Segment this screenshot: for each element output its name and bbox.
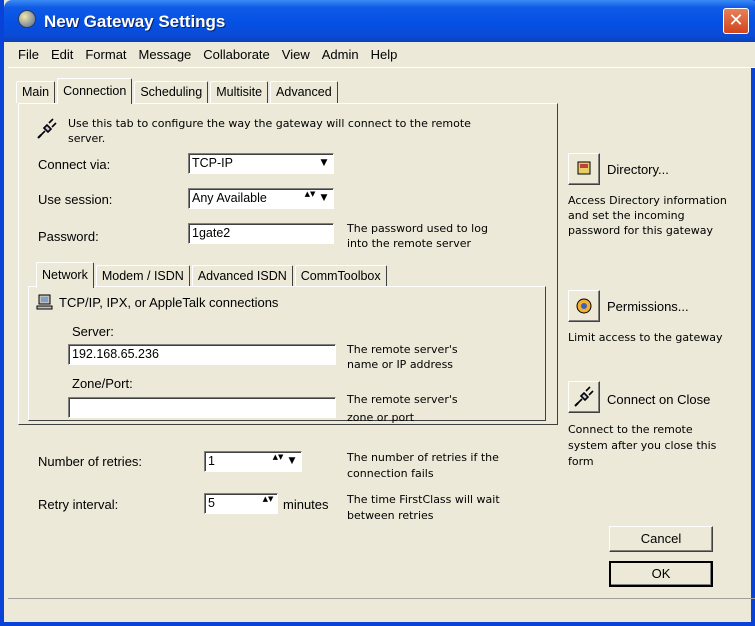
menu-admin[interactable]: Admin [316,47,365,62]
menu-edit[interactable]: Edit [45,47,79,62]
menu-help[interactable]: Help [365,47,404,62]
tab-modem-isdn[interactable]: Modem / ISDN [95,265,190,287]
password-input[interactable]: 1gate2 [188,223,334,244]
server-value: 192.168.65.236 [72,347,159,361]
zone-port-label: Zone/Port: [72,376,133,391]
connect-via-value: TCP-IP [192,156,233,170]
connect-on-close-button[interactable] [568,381,600,413]
permissions-help: Limit access to the gateway [568,331,723,344]
password-help-line2: into the remote server [347,237,472,250]
server-label: Server: [72,324,114,339]
tab-advanced[interactable]: Advanced [270,81,338,103]
zone-port-input[interactable] [68,397,336,418]
connect-via-select[interactable]: TCP-IP ▼ [188,153,334,174]
chevron-down-icon: ▼ [320,193,328,203]
password-label: Password: [38,229,99,244]
connect-help-line2: system after you close this [568,439,717,452]
interval-value: 5 [208,496,215,510]
network-heading: TCP/IP, IPX, or AppleTalk connections [59,295,279,310]
status-bar [8,598,755,622]
connect-help-line1: Connect to the remote [568,423,693,436]
interval-label: Retry interval: [38,497,119,512]
use-session-label: Use session: [38,192,113,207]
retries-value: 1 [208,454,215,468]
directory-help-line1: Access Directory information [568,194,727,207]
tab-multisite[interactable]: Multisite [210,81,269,103]
directory-help-line2: and set the incoming [568,209,685,222]
network-tab-strip: Network Modem / ISDN Advanced ISDN CommT… [36,262,389,288]
permissions-icon [576,298,592,314]
intro-text-line1: Use this tab to configure the way the ga… [68,117,471,130]
retries-help-line2: connection fails [347,467,434,480]
directory-icon [577,161,591,175]
interval-help-line1: The time FirstClass will wait [347,493,500,506]
server-help-line2: name or IP address [347,358,454,371]
plug-icon [574,386,594,407]
menu-message[interactable]: Message [133,47,198,62]
retries-stepper[interactable]: 1 ▼ ▲▼ [204,451,302,472]
connect-help-line3: form [568,455,594,468]
spin-arrows-icon[interactable]: ▲▼ [271,454,285,469]
tab-network[interactable]: Network [36,262,94,288]
tab-scheduling[interactable]: Scheduling [134,81,209,103]
zone-help-line1: The remote server's [347,393,458,406]
interval-help-line2: between retries [347,509,434,522]
app-icon [18,10,36,28]
permissions-button[interactable] [568,290,600,322]
main-tab-strip: Main Connection Scheduling Multisite Adv… [16,78,340,104]
password-value: 1gate2 [192,226,231,240]
menu-file[interactable]: File [12,47,45,62]
menu-format[interactable]: Format [79,47,132,62]
retries-label: Number of retries: [38,454,143,469]
tab-main[interactable]: Main [16,81,56,103]
chevron-down-icon: ▼ [320,158,328,168]
directory-label[interactable]: Directory... [607,162,669,177]
directory-button[interactable] [568,153,600,185]
title-bar[interactable]: New Gateway Settings ✕ [4,0,755,42]
intro-text-line2: server. [68,132,106,145]
tab-commtoolbox[interactable]: CommToolbox [294,265,387,287]
tab-advanced-isdn[interactable]: Advanced ISDN [191,265,293,287]
ok-button[interactable]: OK [609,561,713,587]
use-session-value: Any Available [192,191,267,205]
server-input[interactable]: 192.168.65.236 [68,344,336,365]
permissions-label[interactable]: Permissions... [607,299,689,314]
cancel-button[interactable]: Cancel [609,526,713,552]
menu-bar: File Edit Format Message Collaborate Vie… [8,42,755,68]
menu-collaborate[interactable]: Collaborate [197,47,276,62]
directory-help-line3: password for this gateway [568,224,713,237]
computer-icon [36,294,53,310]
tab-connection[interactable]: Connection [57,78,133,104]
window-title: New Gateway Settings [44,12,226,31]
chevron-down-icon: ▼ [288,456,296,466]
interval-stepper[interactable]: 5 ▲▼ [204,493,278,514]
password-help-line1: The password used to log [347,222,488,235]
close-button[interactable]: ✕ [723,8,749,34]
connect-via-label: Connect via: [38,157,111,172]
connect-on-close-label[interactable]: Connect on Close [607,392,710,407]
spin-arrows-icon[interactable]: ▲▼ [303,191,317,206]
gateway-settings-window: New Gateway Settings ✕ File Edit Format … [0,0,755,626]
plug-icon [37,118,57,139]
zone-help-line2: zone or port [347,411,415,424]
use-session-select[interactable]: Any Available ▼ ▲▼ [188,188,334,209]
retries-help-line1: The number of retries if the [347,451,499,464]
interval-unit: minutes [283,497,329,512]
menu-view[interactable]: View [276,47,316,62]
spin-arrows-icon[interactable]: ▲▼ [261,496,275,511]
server-help-line1: The remote server's [347,343,458,356]
